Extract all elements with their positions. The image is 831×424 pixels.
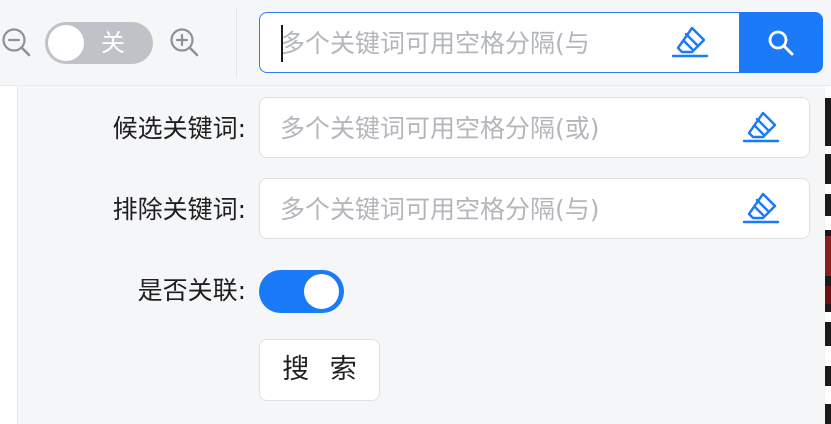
main-search-box — [259, 12, 739, 73]
exclude-keywords-field — [259, 178, 810, 239]
view-toggle[interactable]: 关 — [45, 22, 153, 64]
advanced-search-button[interactable]: 搜 索 — [259, 339, 380, 401]
toolbar: 关 — [0, 0, 831, 86]
toggle-knob — [304, 274, 339, 309]
toggle-knob — [48, 25, 84, 61]
background-page-edge — [825, 86, 831, 424]
search-button[interactable] — [739, 12, 823, 73]
relate-toggle[interactable] — [259, 270, 344, 313]
candidate-keywords-field — [259, 97, 810, 158]
text-caret — [281, 25, 283, 62]
eraser-icon[interactable] — [741, 189, 781, 229]
zoom-in-icon[interactable] — [169, 27, 199, 57]
eraser-icon[interactable] — [670, 23, 710, 63]
candidate-keywords-label: 候选关键词: — [112, 114, 246, 143]
toolbar-divider — [236, 8, 237, 78]
view-toggle-label: 关 — [101, 29, 125, 57]
relate-label: 是否关联: — [137, 276, 246, 305]
zoom-out-icon[interactable] — [1, 27, 31, 57]
candidate-keywords-input[interactable] — [280, 107, 720, 149]
eraser-icon[interactable] — [741, 108, 781, 148]
search-icon — [768, 30, 794, 56]
main-search-input[interactable] — [280, 22, 610, 64]
exclude-keywords-input[interactable] — [280, 188, 720, 230]
exclude-keywords-label: 排除关键词: — [112, 195, 246, 224]
